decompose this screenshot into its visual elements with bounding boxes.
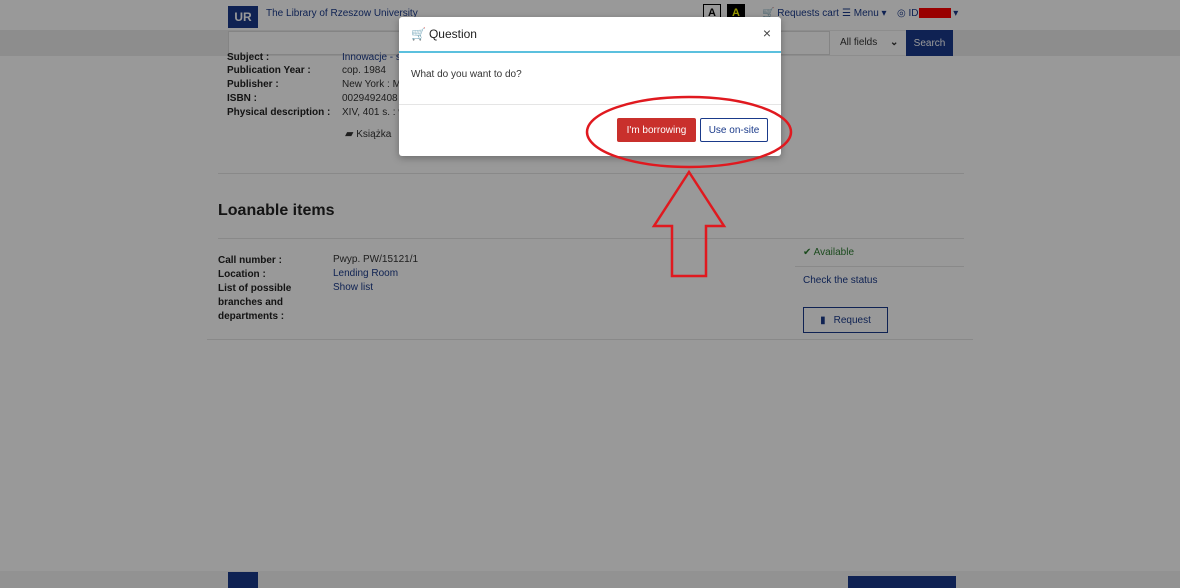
- modal-question: What do you want to do?: [411, 69, 522, 80]
- modal-title-label: Question: [428, 27, 477, 41]
- modal-title: 🛒 Question: [411, 27, 477, 41]
- use-onsite-button[interactable]: Use on-site: [700, 118, 768, 142]
- close-button[interactable]: ×: [763, 25, 771, 41]
- question-modal: 🛒 Question × What do you want to do? I'm…: [399, 17, 781, 156]
- cart-icon: 🛒: [411, 27, 426, 41]
- divider: [399, 104, 781, 105]
- modal-header: 🛒 Question ×: [399, 17, 781, 53]
- borrow-button[interactable]: I'm borrowing: [617, 118, 696, 142]
